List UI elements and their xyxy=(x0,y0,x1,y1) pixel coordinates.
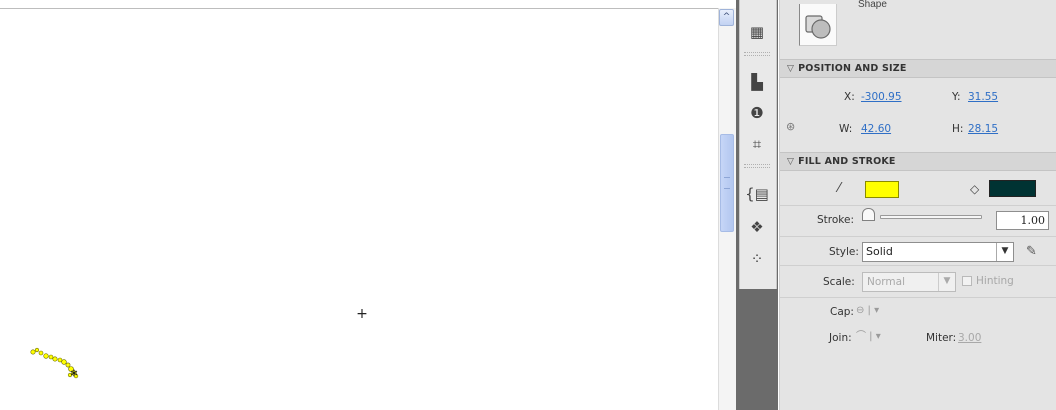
divider xyxy=(780,205,1056,206)
pencil-icon: ⁄ xyxy=(838,181,841,196)
y-value[interactable]: 31.55 xyxy=(968,91,998,103)
paint-bucket-icon: ◇ xyxy=(970,182,980,196)
scroll-up-arrow-icon[interactable]: ^ xyxy=(719,9,734,26)
stroke-style-select[interactable]: Solid xyxy=(862,242,1014,262)
grid-swatches-icon[interactable]: ▦ xyxy=(744,20,770,44)
scale-label: Scale: xyxy=(823,276,855,288)
join-label: Join: xyxy=(829,332,852,344)
h-value[interactable]: 28.15 xyxy=(968,123,998,135)
hinting-checkbox[interactable] xyxy=(962,276,972,286)
divider xyxy=(780,265,1056,266)
stroke-label: Stroke: xyxy=(817,214,854,226)
h-label: H: xyxy=(952,123,964,135)
cap-label: Cap: xyxy=(830,306,854,318)
miter-label: Miter: xyxy=(926,332,957,344)
style-label: Style: xyxy=(829,246,859,258)
fill-stroke-header[interactable]: ▽ FILL AND STROKE xyxy=(780,152,1056,171)
x-label: X: xyxy=(844,91,855,103)
stroke-width-input[interactable]: 1.00 xyxy=(996,211,1049,230)
join-style-icon[interactable]: ⌒ | ▾ xyxy=(856,330,896,344)
stage-top-border xyxy=(0,8,718,9)
shape-type-icon xyxy=(799,4,837,46)
chevron-down-icon[interactable]: ▼ xyxy=(938,273,955,291)
miter-value[interactable]: 3.00 xyxy=(958,332,981,344)
strip-divider xyxy=(744,164,770,168)
collapse-triangle-icon: ▽ xyxy=(787,157,795,167)
position-size-header[interactable]: ▽ POSITION AND SIZE xyxy=(780,59,1056,78)
chevron-down-icon[interactable]: ▼ xyxy=(996,243,1013,261)
w-value[interactable]: 42.60 xyxy=(861,123,891,135)
x-value[interactable]: -300.95 xyxy=(861,91,902,103)
shape-label: Shape xyxy=(858,0,887,10)
w-label: W: xyxy=(839,123,853,135)
stroke-style-value: Solid xyxy=(866,245,893,258)
stage-canvas[interactable] xyxy=(0,0,718,410)
fill-color-swatch[interactable] xyxy=(989,180,1036,197)
components-icon[interactable]: ❖ xyxy=(744,215,770,239)
strip-divider xyxy=(744,52,770,56)
info-icon[interactable]: ❶ xyxy=(744,101,770,125)
divider xyxy=(780,236,1056,237)
cap-style-icon[interactable]: ⊖ | ▾ xyxy=(856,304,896,318)
divider xyxy=(780,297,1056,298)
link-icon[interactable]: ⊛ xyxy=(786,120,800,134)
collapse-triangle-icon: ▽ xyxy=(787,64,795,74)
scrollbar-grip-icon xyxy=(724,177,730,189)
hinting-label: Hinting xyxy=(976,275,1014,287)
stroke-color-swatch[interactable] xyxy=(865,181,899,198)
crosshair-cursor-icon: + xyxy=(356,306,368,322)
align-icon[interactable]: ▙ xyxy=(744,70,770,94)
position-size-title: POSITION AND SIZE xyxy=(798,63,907,74)
edit-stroke-style-icon[interactable]: ✎ xyxy=(1026,243,1044,261)
fill-stroke-title: FILL AND STROKE xyxy=(798,156,896,167)
motion-presets-icon[interactable]: ⁘ xyxy=(744,247,770,271)
y-label: Y: xyxy=(952,91,961,103)
yellow-shape-fragment[interactable] xyxy=(24,340,94,390)
stroke-width-slider-track[interactable] xyxy=(880,215,982,219)
scale-value: Normal xyxy=(867,276,905,288)
stroke-width-slider-thumb[interactable] xyxy=(862,208,875,221)
code-snippets-icon[interactable]: {▤ xyxy=(744,182,770,206)
transform-icon[interactable]: ⌗ xyxy=(744,132,770,156)
